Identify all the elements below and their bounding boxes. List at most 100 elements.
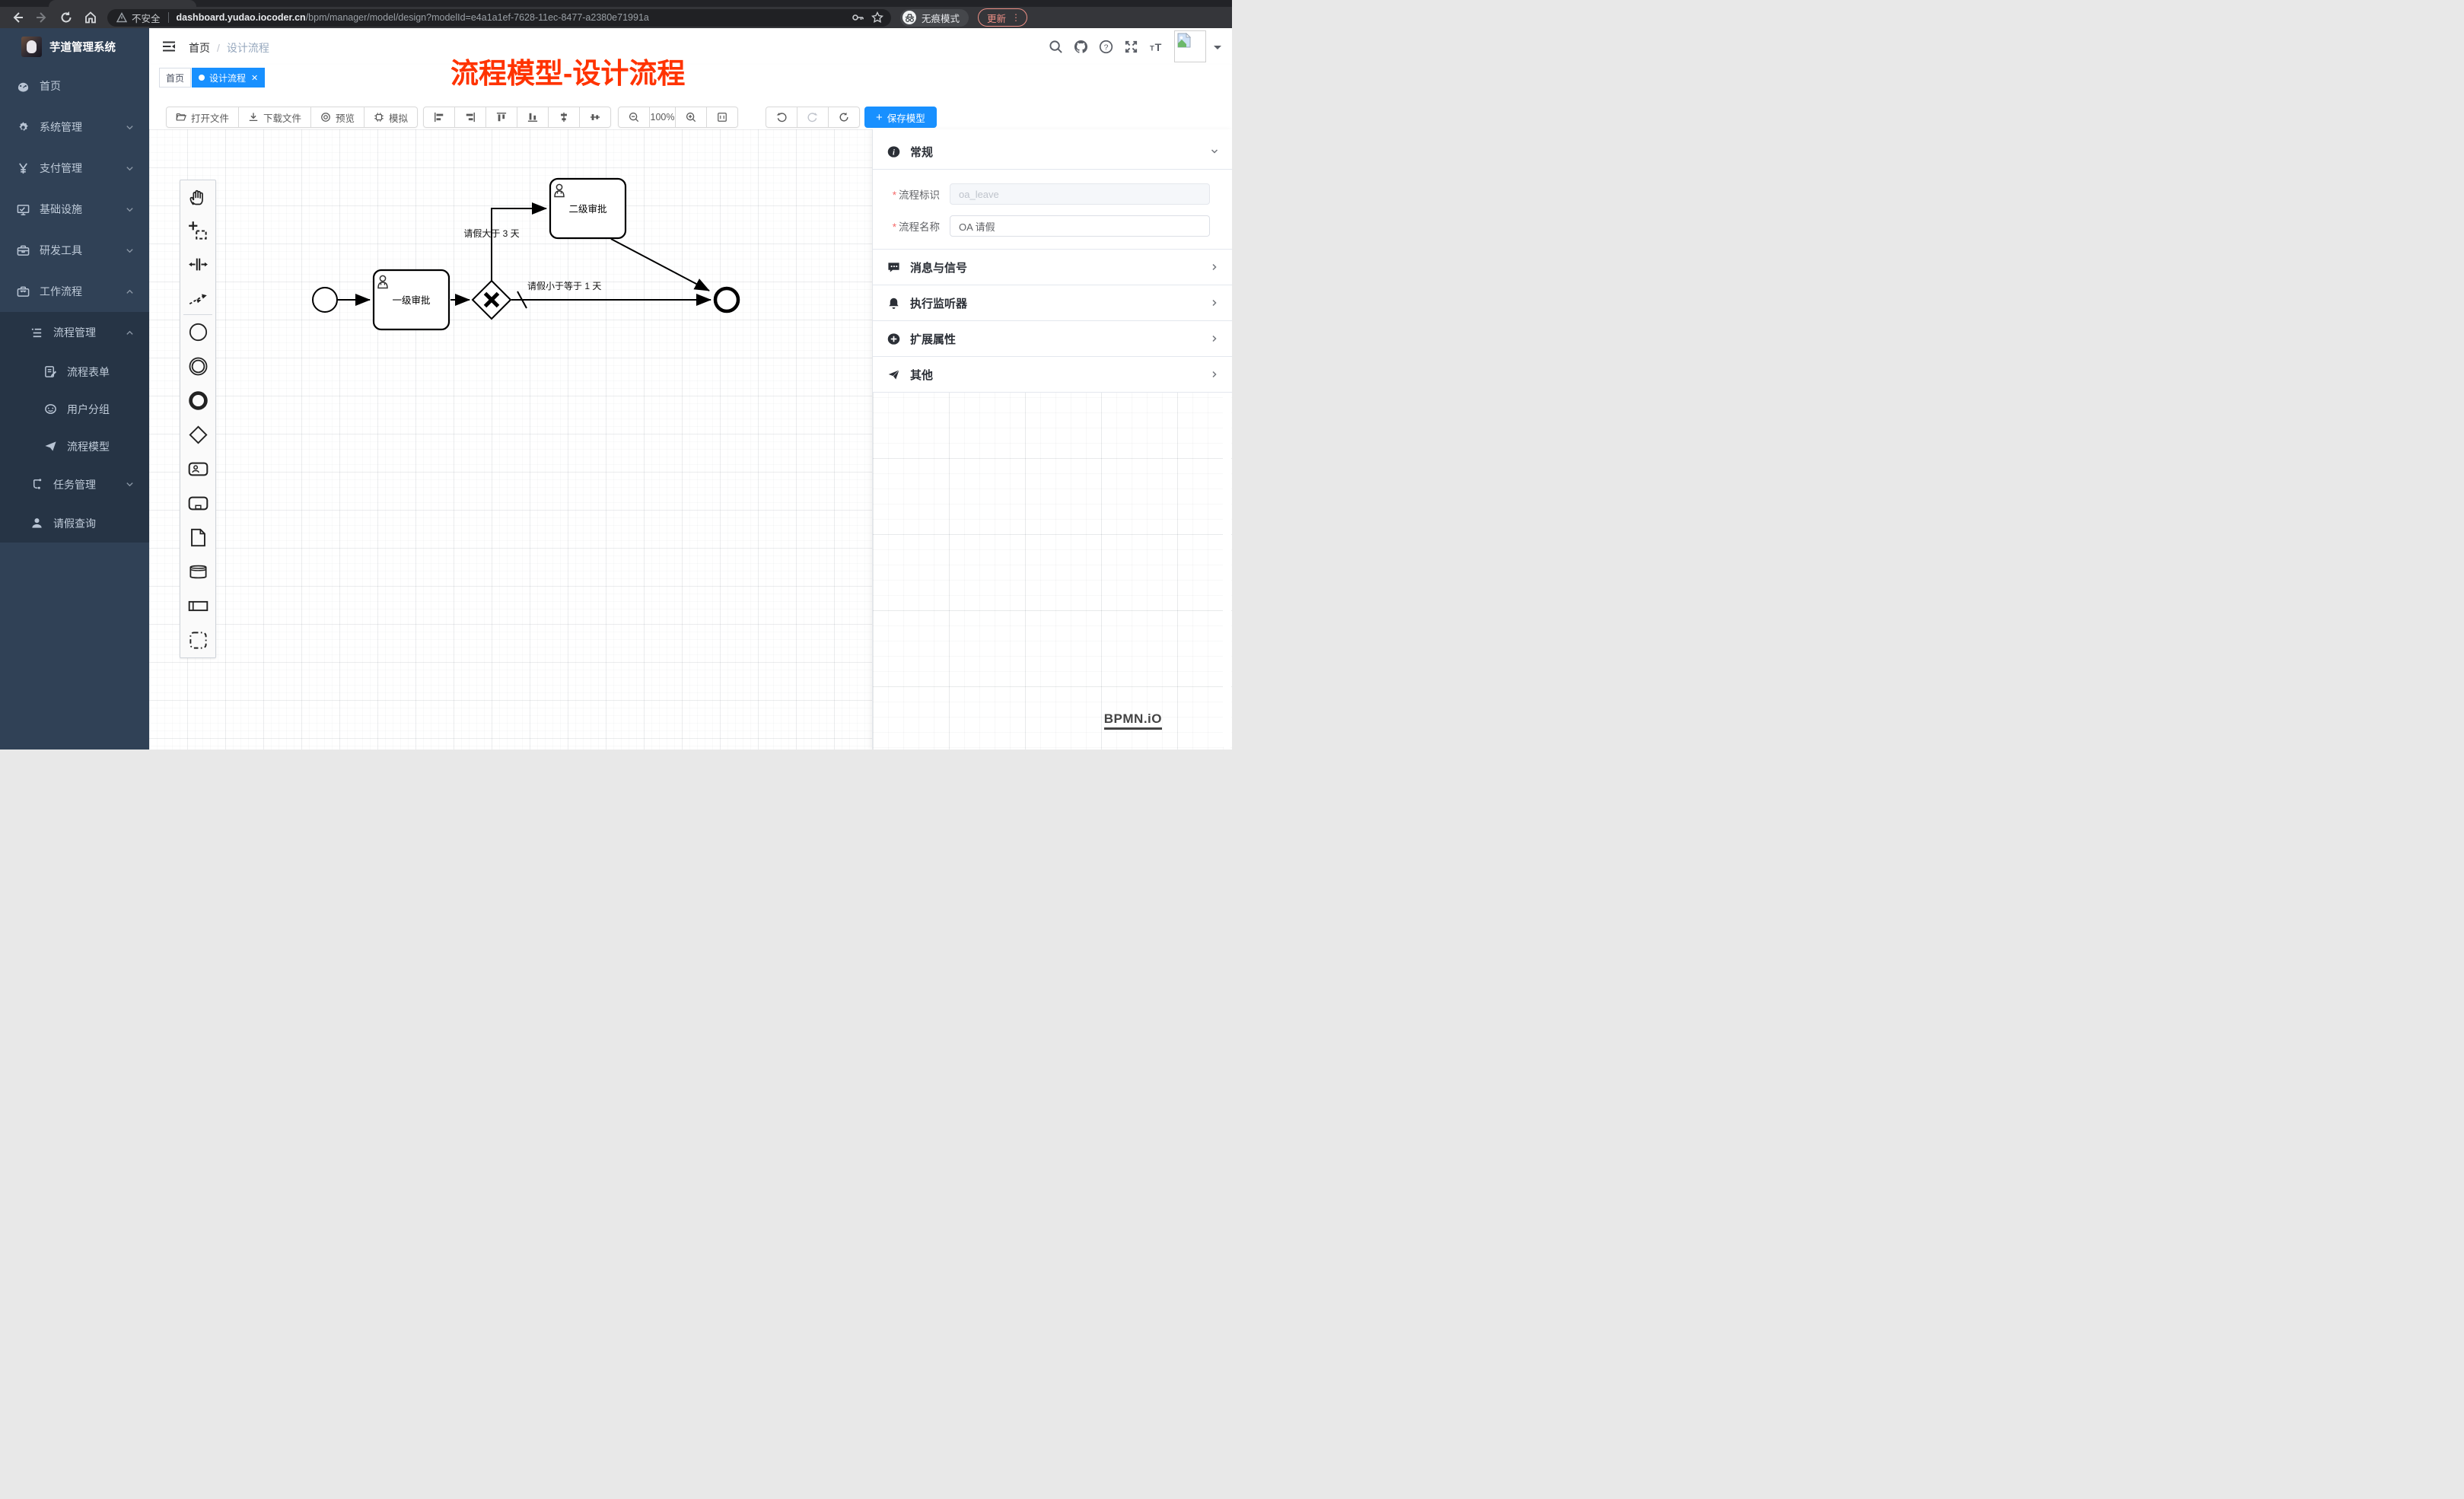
monitor-icon [17,203,30,216]
bpmn-io-logo[interactable]: BPMN.iO [1104,711,1162,730]
sidebar-item-label: 支付管理 [40,161,82,176]
field-label: *流程名称 [873,218,940,234]
home-icon[interactable] [84,11,97,24]
avatar[interactable] [1174,30,1206,62]
browser-menu-icon[interactable]: ⋮ [1011,12,1020,23]
avatar-caret-icon[interactable] [1214,46,1221,53]
tab-home[interactable]: 首页 [159,68,191,88]
button-label: 打开文件 [191,110,229,125]
sidebar-item-infra[interactable]: 基础设施 [0,189,149,230]
browser-tabstrip [0,0,1232,7]
sidebar-item-process-mgmt[interactable]: 流程管理 [0,312,149,353]
sidebar-item-process-model[interactable]: 流程模型 [0,428,149,465]
redo-button[interactable] [797,107,829,128]
section-general[interactable]: i 常规 [873,134,1232,170]
app-logo[interactable]: 芋道管理系统 [0,28,149,65]
user-task-level2[interactable]: 二级审批 [550,179,626,238]
button-label: 模拟 [389,110,408,125]
align-right-button[interactable] [455,107,486,128]
browser-active-tab[interactable] [49,0,196,7]
panel-grid-background [873,382,1232,750]
sidebar-item-user-group[interactable]: 用户分组 [0,390,149,428]
download-file-button[interactable]: 下载文件 [239,107,311,128]
field-label: *流程标识 [873,186,940,202]
document-edit-icon [44,365,57,378]
sidebar-item-system[interactable]: 系统管理 [0,107,149,148]
align-vertical-center-button[interactable] [549,107,580,128]
reload-icon[interactable] [59,11,73,24]
chevron-right-icon [1210,334,1219,343]
align-bottom-button[interactable] [517,107,549,128]
user-task-level1[interactable]: 一级审批 [374,270,449,329]
search-icon[interactable] [1049,40,1063,54]
url-bar[interactable]: 不安全 dashboard.yudao.iocoder.cn/bpm/manag… [107,9,891,27]
password-key-icon[interactable] [852,11,864,24]
header-actions: ? TT [1038,28,1221,65]
section-extended-props[interactable]: 扩展属性 [873,321,1232,357]
tab-label: 首页 [166,72,184,84]
flow-gateway-to-task2[interactable] [492,208,546,281]
incognito-label: 无痕模式 [922,11,960,25]
end-event[interactable] [715,288,738,311]
briefcase-icon [17,285,30,298]
edge-label-le1[interactable]: 请假小于等于 1 天 [527,281,601,291]
section-other[interactable]: 其他 [873,357,1232,393]
forward-icon[interactable] [35,11,49,24]
save-model-button[interactable]: + 保存模型 [864,107,937,128]
align-top-button[interactable] [486,107,517,128]
back-icon[interactable] [11,11,24,24]
sidebar-item-leave-query[interactable]: 请假查询 [0,504,149,543]
tab-design-process[interactable]: 设计流程 ✕ [192,68,265,88]
align-horizontal-center-button[interactable] [580,107,611,128]
sidebar-item-label: 研发工具 [40,243,82,258]
update-button[interactable]: 更新 ⋮ [978,8,1027,27]
process-name-input[interactable] [950,215,1210,237]
open-file-button[interactable]: 打开文件 [166,107,239,128]
sidebar-item-label: 流程管理 [53,325,96,340]
sidebar-item-task-mgmt[interactable]: 任务管理 [0,465,149,504]
undo-button[interactable] [766,107,797,128]
help-icon[interactable]: ? [1099,40,1113,54]
fullscreen-icon[interactable] [1124,40,1138,54]
sidebar-item-payment[interactable]: 支付管理 [0,148,149,189]
breadcrumb-home[interactable]: 首页 [189,40,210,56]
sidebar-item-home[interactable]: 首页 [0,65,149,107]
flow-task2-to-end[interactable] [611,239,709,291]
tab-close-icon[interactable]: ✕ [251,73,258,83]
field-process-key: *流程标识 [873,183,1232,205]
section-execution-listener[interactable]: 执行监听器 [873,285,1232,321]
required-asterisk: * [893,189,896,201]
exclusive-gateway[interactable] [473,281,511,319]
process-key-input[interactable] [950,183,1210,205]
logo-image [21,37,42,57]
tab-label: 设计流程 [209,72,246,84]
section-title: 扩展属性 [910,331,956,347]
start-event[interactable] [313,288,337,312]
zoom-out-button[interactable] [618,107,650,128]
sidebar-item-process-form[interactable]: 流程表单 [0,353,149,390]
font-size-icon[interactable]: TT [1149,40,1164,54]
simulate-button[interactable]: 模拟 [365,107,418,128]
preview-button[interactable]: 预览 [311,107,365,128]
chevron-down-icon [126,480,134,489]
bpmn-canvas[interactable]: 一级审批 二级审批 请假大于 3 天 请假小于等于 1 天 [149,129,872,750]
section-message-signal[interactable]: 消息与信号 [873,250,1232,285]
section-title: 其他 [910,367,933,383]
zoom-in-button[interactable] [676,107,707,128]
sidebar-item-devtools[interactable]: 研发工具 [0,230,149,271]
restart-button[interactable] [829,107,860,128]
align-left-button[interactable] [423,107,455,128]
sidebar-item-workflow[interactable]: 工作流程 [0,271,149,312]
security-chip[interactable]: 不安全 [107,12,169,23]
active-tab-dot [199,75,205,81]
bpmn-diagram[interactable]: 一级审批 二级审批 请假大于 3 天 请假小于等于 1 天 [149,129,872,750]
toolbox-icon [17,244,30,257]
github-icon[interactable] [1074,40,1088,54]
bookmark-star-icon[interactable] [871,11,883,24]
edge-label-gt3[interactable]: 请假大于 3 天 [463,228,519,239]
comment-icon [887,261,900,274]
chevron-right-icon [1210,298,1219,307]
zoom-reset-button[interactable] [707,107,738,128]
hamburger-icon[interactable] [162,40,176,53]
sidebar-item-label: 基础设施 [40,202,82,217]
